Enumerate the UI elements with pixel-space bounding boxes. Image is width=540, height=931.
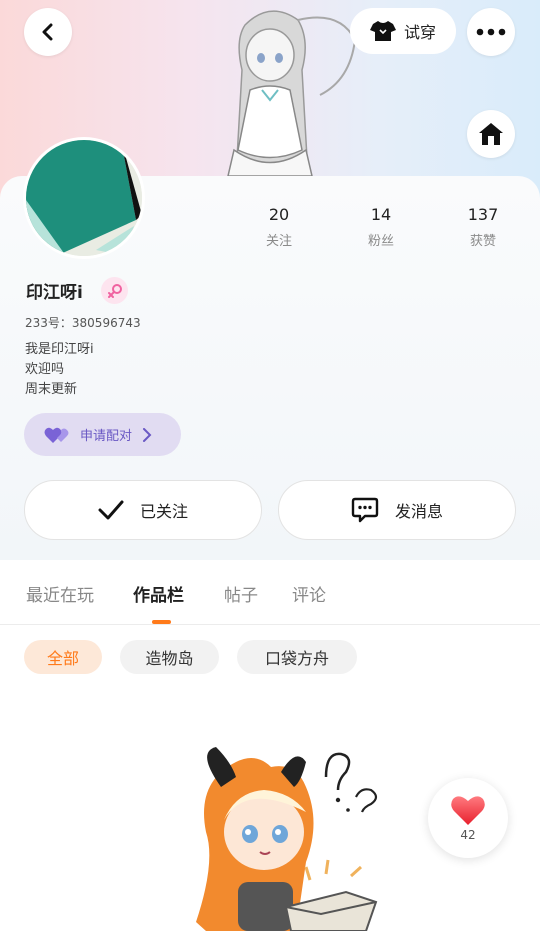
try-on-label: 试穿 bbox=[403, 23, 436, 42]
tab-works[interactable]: 作品栏 bbox=[133, 581, 184, 606]
checkmark-icon bbox=[98, 500, 124, 520]
tabs-divider bbox=[0, 624, 540, 625]
stat-likes[interactable]: 137 获赞 bbox=[443, 205, 523, 249]
filter-pocket-ark[interactable]: 口袋方舟 bbox=[237, 640, 357, 674]
apply-match-button[interactable]: 申请配对 bbox=[24, 413, 181, 456]
back-button[interactable] bbox=[24, 8, 72, 56]
bio: 我是印江呀i 欢迎吗 周末更新 bbox=[25, 340, 94, 400]
likes-count: 137 bbox=[467, 205, 499, 224]
send-message-label: 发消息 bbox=[394, 502, 443, 521]
send-message-button[interactable]: 发消息 bbox=[278, 480, 516, 540]
heart-icon bbox=[451, 796, 485, 825]
gender-badge bbox=[101, 277, 128, 304]
following-count: 20 bbox=[268, 205, 290, 224]
followed-button[interactable]: 已关注 bbox=[24, 480, 262, 540]
tab-posts[interactable]: 帖子 bbox=[224, 581, 258, 606]
like-button[interactable]: 42 bbox=[428, 778, 508, 858]
double-heart-icon bbox=[44, 427, 69, 443]
following-label: 关注 bbox=[265, 234, 292, 249]
chevron-right-icon bbox=[143, 427, 152, 442]
avatar-image bbox=[26, 140, 142, 256]
fans-count: 14 bbox=[370, 205, 392, 224]
apply-match-label: 申请配对 bbox=[80, 429, 133, 444]
bio-line: 周末更新 bbox=[25, 382, 78, 397]
like-count: 42 bbox=[460, 828, 476, 842]
likes-label: 获赞 bbox=[469, 234, 496, 249]
home-button[interactable] bbox=[467, 110, 515, 158]
chat-bubble-icon bbox=[351, 497, 379, 523]
filter-all[interactable]: 全部 bbox=[24, 640, 102, 674]
bio-line: 我是印江呀i bbox=[25, 342, 94, 357]
stat-fans[interactable]: 14 粉丝 bbox=[341, 205, 421, 249]
username: 印江呀i bbox=[26, 283, 83, 303]
user-id: 233号：380596743 bbox=[25, 316, 141, 330]
tab-comments[interactable]: 评论 bbox=[292, 581, 326, 606]
back-arrow-icon bbox=[42, 23, 53, 41]
bio-line: 欢迎吗 bbox=[25, 362, 65, 377]
filter-creation-island[interactable]: 造物岛 bbox=[120, 640, 219, 674]
tshirt-icon bbox=[369, 21, 396, 41]
fans-label: 粉丝 bbox=[367, 234, 394, 249]
character-avatar-figure bbox=[227, 10, 357, 176]
more-dots-icon bbox=[476, 28, 506, 36]
try-on-button[interactable]: 试穿 bbox=[350, 8, 456, 54]
more-options-button[interactable] bbox=[467, 8, 515, 56]
home-icon bbox=[479, 123, 503, 145]
followed-label: 已关注 bbox=[139, 502, 188, 521]
empty-state-illustration bbox=[196, 747, 378, 931]
stat-following[interactable]: 20 关注 bbox=[239, 205, 319, 249]
tab-recently-played[interactable]: 最近在玩 bbox=[26, 581, 94, 606]
profile-avatar[interactable] bbox=[23, 137, 145, 259]
female-icon bbox=[107, 283, 122, 298]
